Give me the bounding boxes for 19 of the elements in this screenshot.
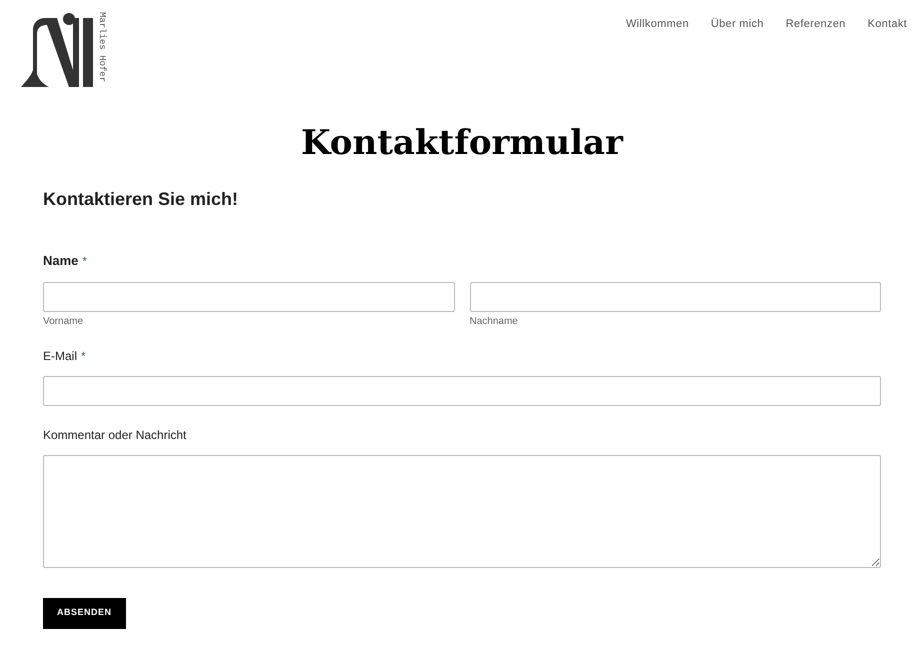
logo-text: Marlies Hofer (97, 12, 106, 82)
page-title: Kontaktformular (300, 126, 624, 160)
form-heading: Kontaktieren Sie mich! (43, 188, 240, 211)
field-sublabel: Vorname (43, 314, 84, 328)
message-field[interactable] (43, 454, 881, 568)
nav-link[interactable]: Über mich (710, 16, 764, 88)
email-field[interactable] (43, 376, 881, 406)
submit-button[interactable]: ABSENDEN (43, 598, 126, 628)
required-mark: * (81, 348, 86, 364)
field-label: E-Mail (43, 348, 78, 364)
text-field[interactable] (43, 282, 454, 312)
text-field[interactable] (470, 282, 881, 312)
nav-link[interactable]: Willkommen (626, 16, 689, 88)
field-label: Name (43, 252, 78, 270)
nav-link[interactable]: Kontakt (868, 16, 907, 88)
field-sublabel: Nachname (470, 314, 519, 328)
required-mark: * (82, 253, 88, 270)
nav-link[interactable]: Referenzen (786, 16, 846, 88)
field-label: Kommentar oder Nachricht (43, 426, 186, 444)
